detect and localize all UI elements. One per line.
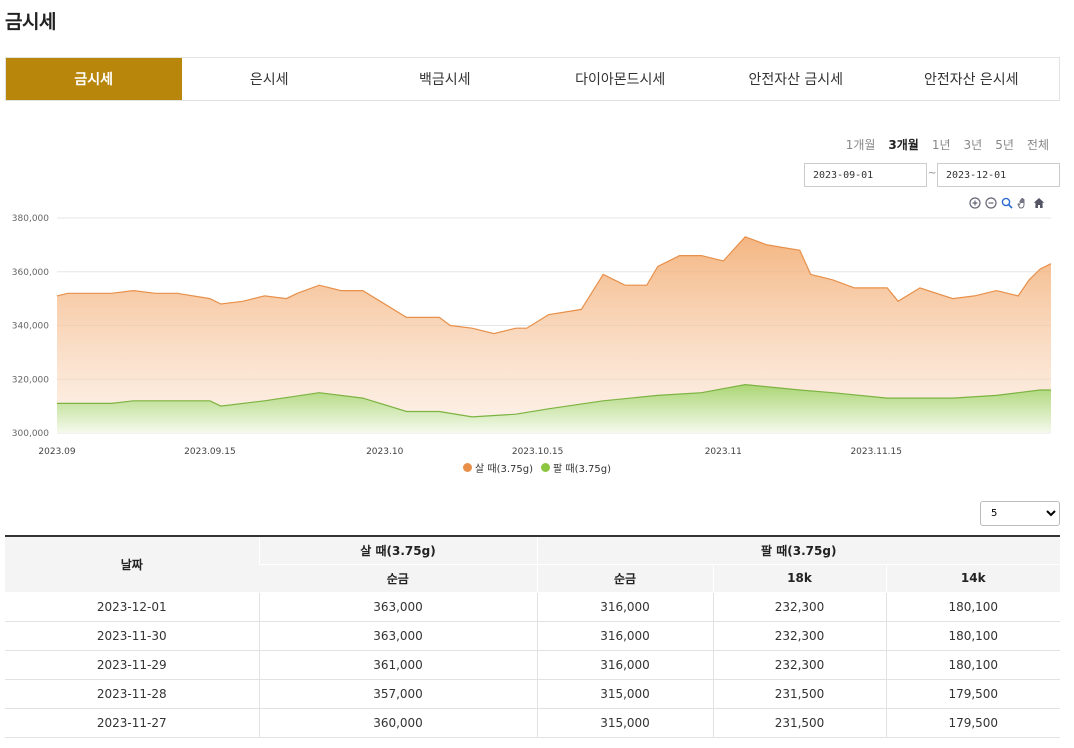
cell-sell-18k: 232,300 bbox=[712, 621, 886, 651]
table-row: 2023-11-27 360,000 315,000 231,500 179,5… bbox=[5, 708, 1060, 738]
cell-sell-14k: 180,100 bbox=[885, 592, 1060, 622]
cell-sell-18k: 231,500 bbox=[712, 708, 886, 738]
cell-date: 2023-12-01 bbox=[5, 592, 259, 622]
x-tick-label: 2023.11 bbox=[705, 447, 742, 457]
period-3y[interactable]: 3년 bbox=[964, 136, 983, 153]
table-row: 2023-11-28 357,000 315,000 231,500 179,5… bbox=[5, 679, 1060, 709]
legend-label-buy: 살 때(3.75g) bbox=[475, 464, 533, 475]
table-row: 2023-11-29 361,000 316,000 232,300 180,1… bbox=[5, 650, 1060, 680]
price-chart: 380,000 360,000 340,000 320,000 300,000 2023.… bbox=[12, 214, 1052, 457]
cell-date: 2023-11-27 bbox=[5, 708, 259, 738]
cell-sell-18k: 232,300 bbox=[712, 592, 886, 622]
cell-date: 2023-11-28 bbox=[5, 679, 259, 709]
page-title: 금시세 bbox=[5, 11, 56, 33]
header-date: 날짜 bbox=[5, 536, 259, 593]
cell-sell-pure: 316,000 bbox=[536, 592, 713, 622]
header-sell: 팔 때(3.75g) bbox=[536, 536, 1060, 565]
tab-platinum[interactable]: 백금시세 bbox=[357, 58, 533, 100]
legend-dot-sell bbox=[541, 463, 550, 472]
cell-sell-14k: 179,500 bbox=[885, 679, 1060, 709]
tab-gold[interactable]: 금시세 bbox=[6, 58, 182, 100]
tab-safe-silver[interactable]: 안전자산 은시세 bbox=[884, 58, 1060, 100]
y-tick-label: 360,000 bbox=[12, 268, 49, 278]
period-5y[interactable]: 5년 bbox=[995, 136, 1014, 153]
period-all[interactable]: 전체 bbox=[1027, 136, 1049, 153]
cell-sell-pure: 315,000 bbox=[536, 708, 713, 738]
legend-dot-buy bbox=[463, 463, 472, 472]
period-3m[interactable]: 3개월 bbox=[888, 136, 918, 153]
tab-bar: 금시세 은시세 백금시세 다이아몬드시세 안전자산 금시세 안전자산 은시세 bbox=[5, 57, 1060, 101]
cell-date: 2023-11-29 bbox=[5, 650, 259, 680]
x-tick-label: 2023.09.15 bbox=[184, 447, 236, 457]
tab-diamond[interactable]: 다이아몬드시세 bbox=[533, 58, 709, 100]
legend-item-buy[interactable]: 살 때(3.75g) bbox=[463, 460, 533, 475]
x-tick-label: 2023.09 bbox=[38, 447, 75, 457]
x-tick-label: 2023.10 bbox=[366, 447, 403, 457]
cell-buy-pure: 360,000 bbox=[258, 708, 537, 738]
cell-buy-pure: 357,000 bbox=[258, 679, 537, 709]
end-date-input[interactable] bbox=[937, 163, 1060, 187]
cell-sell-pure: 315,000 bbox=[536, 679, 713, 709]
cell-sell-pure: 316,000 bbox=[536, 650, 713, 680]
table-row: 2023-11-30 363,000 316,000 232,300 180,1… bbox=[5, 621, 1060, 651]
start-date-input[interactable] bbox=[804, 163, 927, 187]
period-selector: 1개월 3개월 1년 3년 5년 전체 bbox=[833, 136, 1049, 153]
y-tick-label: 340,000 bbox=[12, 322, 49, 332]
date-separator: ~ bbox=[928, 168, 937, 179]
cell-sell-pure: 316,000 bbox=[536, 621, 713, 651]
cell-date: 2023-11-30 bbox=[5, 621, 259, 651]
subheader-sell-18k: 18k bbox=[712, 564, 886, 593]
cell-buy-pure: 361,000 bbox=[258, 650, 537, 680]
legend-item-sell[interactable]: 팔 때(3.75g) bbox=[541, 460, 611, 475]
subheader-sell-pure: 순금 bbox=[536, 564, 713, 593]
table-row: 2023-12-01 363,000 316,000 232,300 180,1… bbox=[5, 592, 1060, 622]
x-tick-label: 2023.11.15 bbox=[850, 447, 902, 457]
rows-per-page-select[interactable]: 5 bbox=[980, 501, 1060, 526]
cell-buy-pure: 363,000 bbox=[258, 592, 537, 622]
cell-sell-18k: 232,300 bbox=[712, 650, 886, 680]
tab-safe-gold[interactable]: 안전자산 금시세 bbox=[708, 58, 884, 100]
legend-label-sell: 팔 때(3.75g) bbox=[553, 464, 611, 475]
subheader-buy-pure: 순금 bbox=[259, 564, 537, 593]
tab-silver[interactable]: 은시세 bbox=[182, 58, 358, 100]
period-1y[interactable]: 1년 bbox=[932, 136, 951, 153]
cell-sell-14k: 180,100 bbox=[885, 650, 1060, 680]
x-tick-label: 2023.10.15 bbox=[512, 447, 564, 457]
cell-sell-18k: 231,500 bbox=[712, 679, 886, 709]
period-1m[interactable]: 1개월 bbox=[846, 136, 876, 153]
y-tick-label: 320,000 bbox=[12, 375, 49, 385]
cell-sell-14k: 179,500 bbox=[885, 708, 1060, 738]
cell-buy-pure: 363,000 bbox=[258, 621, 537, 651]
cell-sell-14k: 180,100 bbox=[885, 621, 1060, 651]
price-table: 날짜 살 때(3.75g) 팔 때(3.75g) 순금 순금 18k 14k 2… bbox=[5, 535, 1060, 738]
header-buy: 살 때(3.75g) bbox=[258, 536, 537, 565]
y-tick-label: 380,000 bbox=[12, 214, 49, 224]
subheader-sell-14k: 14k bbox=[885, 564, 1060, 593]
chart-legend: 살 때(3.75g) 팔 때(3.75g) bbox=[463, 460, 611, 475]
y-tick-label: 300,000 bbox=[12, 429, 49, 439]
